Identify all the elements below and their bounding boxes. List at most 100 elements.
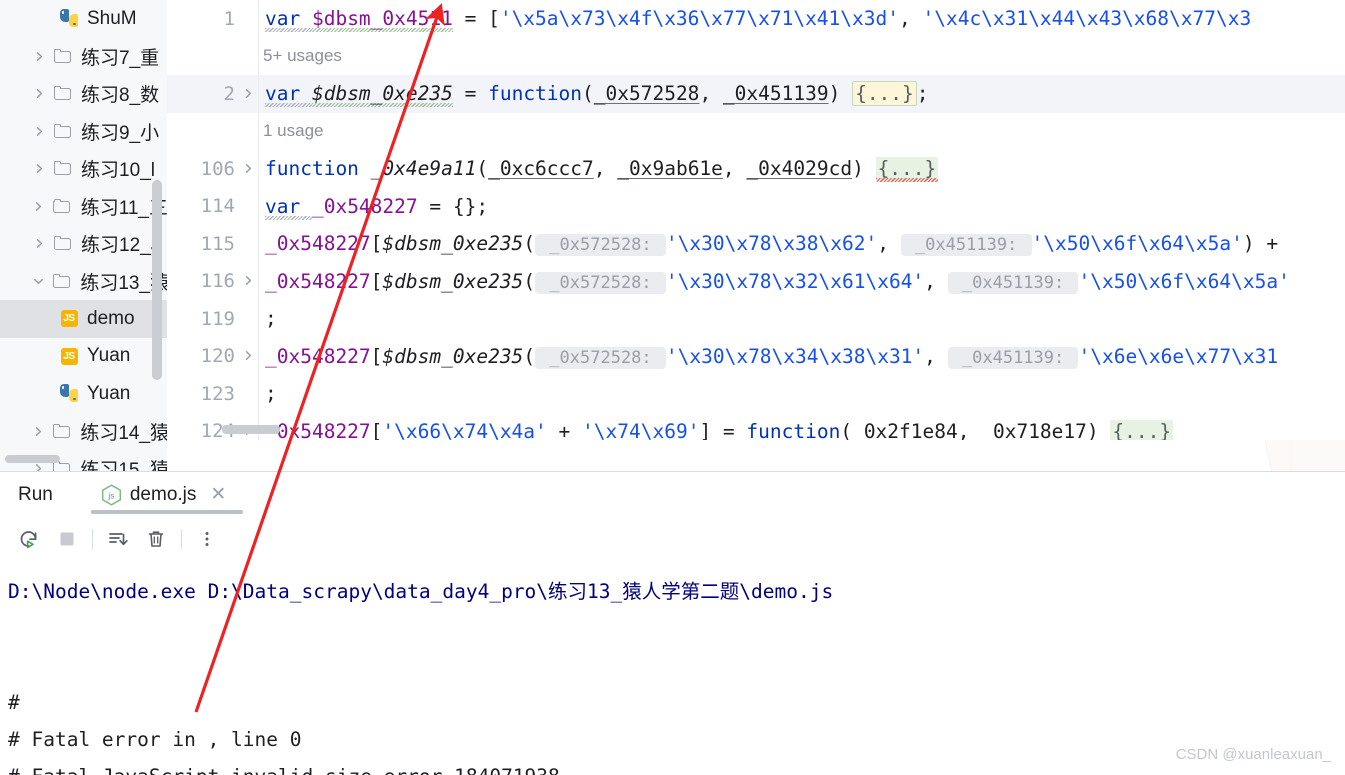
tree-item-8[interactable]: JS demo bbox=[0, 300, 167, 338]
console-line-5: # Fatal JavaScript invalid size error 18… bbox=[8, 758, 1345, 775]
run-tool-window: Run js demo.js ✕ D:\Node\node.exe D:\Dat… bbox=[0, 472, 1345, 775]
line-number: 116 bbox=[200, 270, 235, 293]
chevron-right-icon[interactable] bbox=[28, 51, 50, 62]
line-number: 114 bbox=[200, 195, 235, 218]
kebab-menu-icon[interactable] bbox=[188, 522, 226, 556]
tree-item-9[interactable]: JS Yuan bbox=[0, 338, 167, 376]
usage-hint-label: 5+ usages bbox=[263, 46, 342, 66]
editor-line-116[interactable]: 116 _0x548227[$dbsm_0xe235( _0x572528: '\… bbox=[167, 263, 1345, 301]
editor-line-119[interactable]: 119; bbox=[167, 300, 1345, 338]
fold-chevron-icon[interactable] bbox=[237, 272, 259, 290]
chevron-right-icon[interactable] bbox=[28, 238, 50, 249]
toolbar-separator-2 bbox=[181, 529, 182, 549]
tree-item-label: ShuM bbox=[87, 7, 137, 29]
tree-item-0[interactable]: ShuM bbox=[0, 0, 167, 38]
code-text: _0x548227[$dbsm_0xe235( _0x572528: '\x30… bbox=[265, 344, 1279, 369]
editor-line-123[interactable]: 123; bbox=[167, 375, 1345, 413]
chevron-right-icon[interactable] bbox=[27, 426, 49, 437]
editor-gutter-separator bbox=[258, 0, 259, 440]
project-tree-panel[interactable]: ShuM 练习7_重 练习8_数 练习9_小 练习10_l 练习11_三 练习12_J 练习1… bbox=[0, 0, 167, 472]
javascript-file-icon: JS bbox=[56, 347, 82, 365]
code-text: _0x548227['\x66\x74\x4a' + '\x74\x69'] =… bbox=[259, 419, 1174, 440]
fold-chevron-icon[interactable] bbox=[237, 347, 259, 365]
tree-item-7[interactable]: 练习13_猿 bbox=[0, 263, 167, 301]
code-text: var $dbsm_0x4511 = ['\x5a\x73\x4f\x36\x7… bbox=[265, 7, 1252, 33]
code-text: _0x548227[$dbsm_0xe235( _0x572528: '\x30… bbox=[265, 269, 1290, 294]
sidebar-vertical-scrollbar[interactable] bbox=[152, 180, 162, 380]
code-editor[interactable]: 1 var $dbsm_0x4511 = ['\x5a\x73\x4f\x36\x… bbox=[167, 0, 1345, 440]
run-tab-demo-js[interactable]: js demo.js ✕ bbox=[90, 472, 243, 517]
line-number: 1 bbox=[223, 7, 235, 30]
run-toolbar bbox=[0, 517, 1345, 561]
scroll-to-end-button[interactable] bbox=[99, 522, 137, 556]
folder-icon bbox=[49, 423, 75, 439]
editor-line-1[interactable]: 1 var $dbsm_0x4511 = ['\x5a\x73\x4f\x36\x… bbox=[167, 0, 1345, 38]
editor-lines[interactable]: 1 var $dbsm_0x4511 = ['\x5a\x73\x4f\x36\x… bbox=[167, 0, 1345, 440]
tree-item-label: Yuan bbox=[87, 345, 131, 367]
tree-item-label: 练习14_猿 bbox=[80, 422, 167, 444]
console-line-1 bbox=[8, 610, 1345, 647]
chevron-right-icon[interactable] bbox=[28, 201, 50, 212]
run-tab-underline bbox=[90, 510, 243, 514]
close-icon[interactable]: ✕ bbox=[210, 485, 226, 504]
stop-button[interactable] bbox=[48, 522, 86, 556]
folder-icon bbox=[50, 198, 76, 214]
tree-item-1[interactable]: 练习7_重 bbox=[0, 38, 167, 76]
trash-icon[interactable] bbox=[137, 522, 175, 556]
usage-hint[interactable]: 5+ usages bbox=[167, 38, 1345, 76]
line-number: 119 bbox=[200, 307, 235, 330]
tree-item-label: 练习8_数 bbox=[81, 85, 160, 107]
code-text: ; bbox=[265, 382, 277, 406]
folder-icon bbox=[49, 273, 75, 289]
tree-item-3[interactable]: 练习9_小 bbox=[0, 113, 167, 151]
rerun-button[interactable] bbox=[10, 522, 48, 556]
console-line-3: # bbox=[8, 691, 20, 714]
tree-item-4[interactable]: 练习10_l bbox=[0, 150, 167, 188]
tree-item-11[interactable]: 练习14_猿 bbox=[0, 413, 167, 451]
code-text: _0x548227[$dbsm_0xe235( _0x572528: '\x30… bbox=[265, 232, 1279, 257]
usage-hint-label: 1 usage bbox=[263, 121, 324, 141]
tree-item-label: 练习7_重 bbox=[81, 47, 160, 69]
tree-item-label: Yuan bbox=[87, 382, 131, 404]
usage-hint[interactable]: 1 usage bbox=[167, 113, 1345, 151]
chevron-right-icon[interactable] bbox=[28, 88, 50, 99]
fold-chevron-icon[interactable] bbox=[237, 160, 259, 178]
tree-item-label: demo bbox=[87, 307, 135, 329]
ide-window: ShuM 练习7_重 练习8_数 练习9_小 练习10_l 练习11_三 练习12_J 练习1… bbox=[0, 0, 1345, 775]
tree-item-5[interactable]: 练习11_三 bbox=[0, 188, 167, 226]
folder-icon bbox=[50, 123, 76, 139]
panel-splitter[interactable] bbox=[0, 471, 1345, 472]
nodejs-icon: js bbox=[101, 483, 122, 506]
editor-line-114[interactable]: 114 var _0x548227 = {}; bbox=[167, 188, 1345, 226]
svg-text:js: js bbox=[107, 490, 114, 500]
editor-line-2[interactable]: 2 var $dbsm_0xe235 = function(_0x572528, … bbox=[167, 75, 1345, 113]
tree-item-2[interactable]: 练习8_数 bbox=[0, 75, 167, 113]
editor-line-124[interactable]: 124 _0x548227['\x66\x74\x4a' + '\x74\x69'… bbox=[167, 413, 1345, 440]
chevron-right-icon[interactable] bbox=[28, 126, 50, 137]
run-console-output[interactable]: D:\Node\node.exe D:\Data_scrapy\data_day… bbox=[0, 561, 1345, 775]
line-number: 115 bbox=[200, 232, 235, 255]
editor-line-115[interactable]: 115 _0x548227[$dbsm_0xe235( _0x572528: '\… bbox=[167, 225, 1345, 263]
sidebar-horizontal-scrollbar[interactable] bbox=[5, 455, 60, 463]
tree-item-label: 练习10_l bbox=[81, 160, 155, 182]
console-line-2 bbox=[8, 647, 1345, 684]
chevron-right-icon[interactable] bbox=[28, 163, 50, 174]
tree-item-10[interactable]: Yuan bbox=[0, 375, 167, 413]
tree-item-label: 练习9_小 bbox=[81, 122, 160, 144]
console-line-4: # Fatal error in , line 0 bbox=[8, 728, 302, 751]
fold-chevron-icon[interactable] bbox=[237, 85, 259, 103]
run-tab-bar: Run js demo.js ✕ bbox=[0, 472, 1345, 517]
line-number: 106 bbox=[200, 157, 235, 180]
csdn-watermark: CSDN @xuanleaxuan_ bbox=[1175, 746, 1331, 763]
python-file-icon bbox=[56, 384, 82, 403]
chevron-down-icon[interactable] bbox=[27, 276, 49, 287]
project-tree-list[interactable]: ShuM 练习7_重 练习8_数 练习9_小 练习10_l 练习11_三 练习12_J 练习1… bbox=[0, 0, 167, 472]
javascript-file-icon: JS bbox=[56, 310, 82, 328]
editor-horizontal-scrollbar[interactable] bbox=[222, 425, 280, 434]
console-line-0: D:\Node\node.exe D:\Data_scrapy\data_day… bbox=[8, 580, 834, 603]
tree-item-6[interactable]: 练习12_J bbox=[0, 225, 167, 263]
folder-icon bbox=[50, 86, 76, 101]
editor-line-120[interactable]: 120 _0x548227[$dbsm_0xe235( _0x572528: '\… bbox=[167, 338, 1345, 376]
editor-line-106[interactable]: 106 function _0x4e9a11(_0xc6ccc7, _0x9ab6… bbox=[167, 150, 1345, 188]
folder-icon bbox=[50, 161, 76, 176]
